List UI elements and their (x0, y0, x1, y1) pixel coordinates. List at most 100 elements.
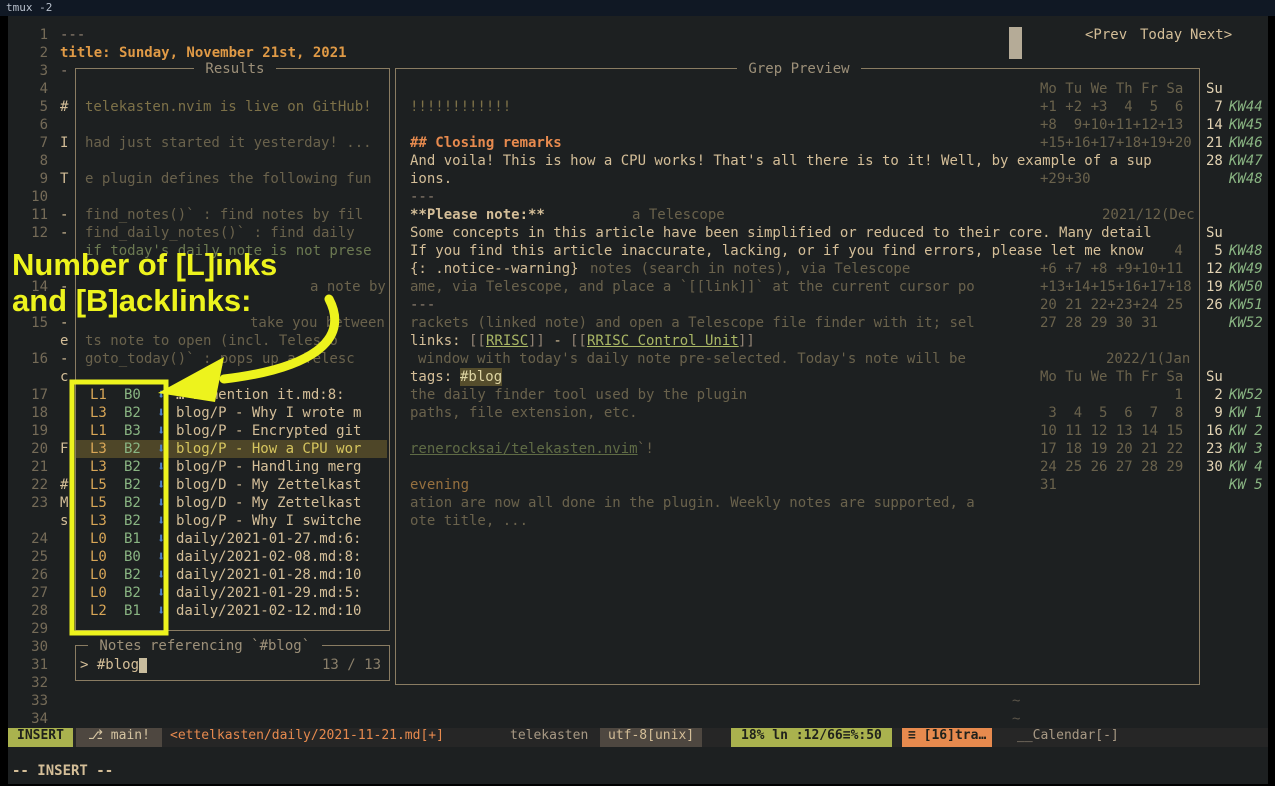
down-arrow-icon: ⬇ (157, 512, 165, 530)
down-arrow-icon: ⬇ (157, 566, 165, 584)
backlinks-count: B2 (124, 404, 141, 422)
calendar-date[interactable]: 16 (1206, 422, 1223, 440)
result-item[interactable]: L0B2⬇daily/2021-01-28.md:10 (76, 566, 387, 584)
calendar-week-number: KW46 (1229, 134, 1263, 152)
calendar-week-number: KW 2 (1229, 422, 1263, 440)
buffer-text: I (60, 134, 68, 152)
links-count: L5 (90, 494, 107, 512)
tmux-title: tmux -2 (6, 1, 52, 14)
line-number: 19 (8, 422, 48, 440)
calendar-date[interactable]: Su (1206, 224, 1223, 242)
down-arrow-icon: ⬇ (157, 422, 165, 440)
buffer-text: --- (60, 26, 85, 44)
down-arrow-icon: ⬇ (157, 584, 165, 602)
calendar-week-number: KW 5 (1229, 476, 1263, 494)
buffer-text: - (60, 206, 68, 224)
buffer-text: # (60, 98, 68, 116)
statusline-position: 18% ln :12/66≡%:50 (731, 728, 892, 747)
calendar-date[interactable]: 5 (1206, 242, 1223, 260)
buffer-text: s (60, 512, 68, 530)
down-arrow-icon: ⬇ (157, 404, 165, 422)
calendar-date[interactable]: 2 (1206, 386, 1223, 404)
buffer-text: - (60, 62, 68, 80)
links-count: L0 (90, 530, 107, 548)
grep-preview-window (395, 68, 1200, 685)
result-item-selected[interactable]: L3B2⬇blog/P - How a CPU wor (76, 440, 387, 458)
calendar-date[interactable]: 9 (1206, 404, 1223, 422)
line-number: 23 (8, 494, 48, 512)
calendar-date[interactable]: 12 (1206, 260, 1223, 278)
calendar-date[interactable]: Su (1206, 368, 1223, 386)
empty-line-tilde: ~ (1012, 692, 1020, 710)
calendar-week-number: KW51 (1229, 296, 1263, 314)
result-text: daily/2021-02-12.md:10 (176, 602, 361, 620)
result-text: blog/D - My Zettelkast (176, 476, 361, 494)
links-count: L3 (90, 404, 107, 422)
statusline-calendar: __Calendar[-] (1017, 728, 1119, 747)
line-number: 17 (8, 386, 48, 404)
statusline-filename: <ettelkasten/daily/2021-11-21.md[+] (170, 728, 444, 747)
result-text: daily/2021-02-08.md:8: (176, 548, 361, 566)
links-count: L0 (90, 584, 107, 602)
buffer-text: c (60, 368, 68, 386)
result-item[interactable]: L2B1⬇daily/2021-02-12.md:10 (76, 602, 387, 620)
line-number: 1 (8, 26, 48, 44)
calendar-nav-next[interactable]: Next> (1190, 26, 1232, 44)
empty-line-tilde: ~ (1012, 710, 1020, 728)
buffer-text: T (60, 170, 68, 188)
calendar-date[interactable]: 30 (1206, 458, 1223, 476)
line-number: 21 (8, 458, 48, 476)
result-item[interactable]: L1B3⬇blog/P - Encrypted git (76, 422, 387, 440)
backlinks-count: B1 (124, 602, 141, 620)
line-number: 25 (8, 548, 48, 566)
result-text: blog/P - Encrypted git (176, 422, 361, 440)
result-item[interactable]: L0B1⬇daily/2021-01-27.md:6: (76, 530, 387, 548)
calendar-date[interactable]: 14 (1206, 116, 1223, 134)
line-number: 24 (8, 530, 48, 548)
result-item[interactable]: L0B2⬇daily/2021-01-29.md:5: (76, 584, 387, 602)
line-number: 12 (8, 224, 48, 242)
scrollbar-thumb[interactable] (1009, 27, 1022, 59)
calendar-date[interactable]: 19 (1206, 278, 1223, 296)
result-item[interactable]: L3B2⬇blog/P - Why I switche (76, 512, 387, 530)
calendar-date[interactable]: 23 (1206, 440, 1223, 458)
statusline-encoding: utf-8[unix] (600, 728, 702, 747)
links-count: L3 (90, 440, 107, 458)
calendar-date[interactable]: 26 (1206, 296, 1223, 314)
backlinks-count: B0 (124, 386, 141, 404)
result-text: … i mention it.md:8: (176, 386, 345, 404)
result-text: daily/2021-01-28.md:10 (176, 566, 361, 584)
buffer-text: e (60, 332, 68, 350)
line-number: 5 (8, 98, 48, 116)
calendar-nav-prev[interactable]: <Prev (1085, 26, 1127, 44)
result-item[interactable]: L5B2⬇blog/D - My Zettelkast (76, 494, 387, 512)
calendar-week-number: KW49 (1229, 260, 1263, 278)
line-number: 9 (8, 170, 48, 188)
result-item[interactable]: L0B0⬇daily/2021-02-08.md:8: (76, 548, 387, 566)
line-number: 10 (8, 188, 48, 206)
calendar-date[interactable]: Su (1206, 80, 1223, 98)
result-item[interactable]: L5B2⬇blog/D - My Zettelkast (76, 476, 387, 494)
links-count: L0 (90, 566, 107, 584)
down-arrow-icon: ⬇ (157, 458, 165, 476)
calendar-date[interactable]: 28 (1206, 152, 1223, 170)
result-item[interactable]: L1B0⬇… i mention it.md:8: (76, 386, 387, 404)
statusline-plugin-name: telekasten (510, 728, 588, 747)
links-count: L2 (90, 602, 107, 620)
backlinks-count: B3 (124, 422, 141, 440)
calendar-date[interactable]: 7 (1206, 98, 1223, 116)
backlinks-count: B2 (124, 440, 141, 458)
calendar-nav-today[interactable]: Today (1140, 26, 1182, 44)
statusline-git-branch: ⎇ main! (76, 728, 162, 747)
result-item[interactable]: L3B2⬇blog/P - Handling merg (76, 458, 387, 476)
result-item[interactable]: L3B2⬇blog/P - Why I wrote m (76, 404, 387, 422)
line-number: 28 (8, 602, 48, 620)
line-number: 16 (8, 350, 48, 368)
line-number: 3 (8, 62, 48, 80)
line-number: 30 (8, 638, 48, 656)
line-number: 34 (8, 710, 48, 728)
calendar-date[interactable]: 21 (1206, 134, 1223, 152)
buffer-text: M (60, 494, 68, 512)
down-arrow-icon: ⬇ (157, 476, 165, 494)
links-count: L1 (90, 386, 107, 404)
